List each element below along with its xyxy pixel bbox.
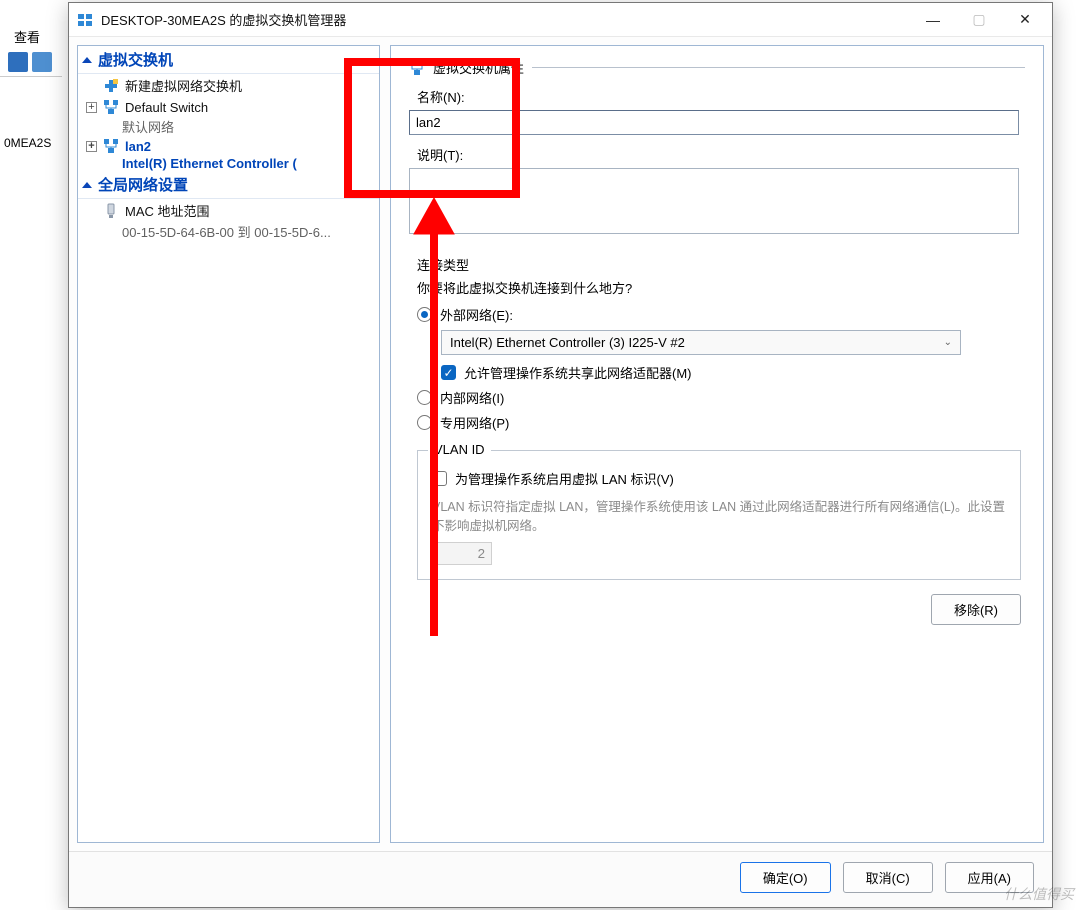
allow-mgmt-os-label: 允许管理操作系统共享此网络适配器(M) <box>464 363 692 382</box>
switch-icon <box>103 99 119 115</box>
cancel-button[interactable]: 取消(C) <box>843 862 933 893</box>
section-label: 虚拟交换机 <box>98 49 173 70</box>
radio-external[interactable] <box>417 307 432 322</box>
connection-type-title: 连接类型 <box>417 255 1021 274</box>
section-label: 全局网络设置 <box>98 174 188 195</box>
remove-row: 移除(R) <box>417 594 1021 625</box>
parent-tree-node[interactable]: 0MEA2S <box>0 130 55 156</box>
radio-external-row[interactable]: 外部网络(E): <box>417 305 1021 324</box>
connection-type-section: 连接类型 你要将此虚拟交换机连接到什么地方? 外部网络(E): Intel(R)… <box>417 255 1021 625</box>
tree-item-default-switch[interactable]: + Default Switch <box>78 97 379 117</box>
tree-item-label: lan2 <box>125 139 151 154</box>
window-controls: — ▢ ✕ <box>910 3 1048 36</box>
switch-icon <box>409 60 425 76</box>
section-global-settings[interactable]: 全局网络设置 <box>78 171 379 199</box>
tree-spacer <box>86 80 97 91</box>
new-switch-icon <box>103 78 119 94</box>
tree-item-lan2[interactable]: + lan2 <box>78 136 379 156</box>
radio-private-row[interactable]: 专用网络(P) <box>417 413 1021 432</box>
vlan-legend: VLAN ID <box>428 442 491 457</box>
toolbar-help-icon[interactable] <box>8 52 28 72</box>
tree-item-label: Default Switch <box>125 100 208 115</box>
tree-item-mac-range[interactable]: MAC 地址范围 <box>78 199 379 222</box>
group-switch-properties: 虚拟交换机属性 <box>409 58 1025 77</box>
vlan-enable-row[interactable]: 为管理操作系统启用虚拟 LAN 标识(V) <box>432 469 1006 488</box>
switch-icon <box>103 138 119 154</box>
allow-mgmt-os-checkbox[interactable]: ✓ <box>441 365 456 380</box>
ok-button[interactable]: 确定(O) <box>740 862 831 893</box>
parent-toolbar <box>0 48 62 77</box>
group-rule <box>532 67 1025 68</box>
mac-range-icon <box>103 203 119 219</box>
minimize-button[interactable]: — <box>910 3 956 36</box>
vlan-enable-label: 为管理操作系统启用虚拟 LAN 标识(V) <box>455 469 674 488</box>
expand-toggle[interactable]: + <box>86 141 97 152</box>
radio-external-label: 外部网络(E): <box>440 305 513 324</box>
dialog-body: 虚拟交换机 新建虚拟网络交换机 + Default Switch 默认网络 + <box>69 37 1052 851</box>
connection-type-prompt: 你要将此虚拟交换机连接到什么地方? <box>417 278 1021 297</box>
chevron-up-icon <box>82 182 92 188</box>
vlan-enable-checkbox[interactable] <box>432 471 447 486</box>
left-tree-panel: 虚拟交换机 新建虚拟网络交换机 + Default Switch 默认网络 + <box>77 45 380 843</box>
external-nic-combo[interactable]: Intel(R) Ethernet Controller (3) I225-V … <box>441 330 961 355</box>
radio-internal[interactable] <box>417 390 432 405</box>
radio-private[interactable] <box>417 415 432 430</box>
remove-button[interactable]: 移除(R) <box>931 594 1021 625</box>
description-field-label: 说明(T): <box>417 145 1025 164</box>
name-field-label: 名称(N): <box>417 87 1025 106</box>
tree-sub-lan2: Intel(R) Ethernet Controller ( <box>78 156 379 171</box>
group-title-label: 虚拟交换机属性 <box>433 58 524 77</box>
close-button[interactable]: ✕ <box>1002 3 1048 36</box>
radio-internal-label: 内部网络(I) <box>440 388 504 407</box>
expand-toggle[interactable]: + <box>86 102 97 113</box>
section-virtual-switches[interactable]: 虚拟交换机 <box>78 46 379 74</box>
dialog-titlebar: DESKTOP-30MEA2S 的虚拟交换机管理器 — ▢ ✕ <box>69 3 1052 37</box>
chevron-up-icon <box>82 57 92 63</box>
radio-internal-row[interactable]: 内部网络(I) <box>417 388 1021 407</box>
maximize-button: ▢ <box>956 3 1002 36</box>
vlan-id-input <box>432 542 492 565</box>
toolbar-console-icon[interactable] <box>32 52 52 72</box>
tree-item-new-switch[interactable]: 新建虚拟网络交换机 <box>78 74 379 97</box>
properties-panel: 虚拟交换机属性 名称(N): 说明(T): 连接类型 你要将此虚拟交换机连接到什… <box>390 45 1044 843</box>
tree-item-label: MAC 地址范围 <box>125 201 210 220</box>
watermark-text: 什么值得买 <box>1004 884 1074 904</box>
vlan-description: VLAN 标识符指定虚拟 LAN，管理操作系统使用该 LAN 通过此网络适配器进… <box>432 498 1006 536</box>
tree-sub-default: 默认网络 <box>78 117 379 136</box>
app-icon <box>77 12 93 28</box>
allow-mgmt-os-row[interactable]: ✓ 允许管理操作系统共享此网络适配器(M) <box>441 363 1021 382</box>
tree-sub-mac-range: 00-15-5D-64-6B-00 到 00-15-5D-6... <box>78 222 379 241</box>
switch-description-input[interactable] <box>409 168 1019 234</box>
switch-name-input[interactable] <box>409 110 1019 135</box>
tree-item-label: 新建虚拟网络交换机 <box>125 76 242 95</box>
virtual-switch-manager-dialog: DESKTOP-30MEA2S 的虚拟交换机管理器 — ▢ ✕ 虚拟交换机 新建… <box>68 2 1053 908</box>
tree-spacer <box>86 205 97 216</box>
radio-private-label: 专用网络(P) <box>440 413 509 432</box>
dialog-title: DESKTOP-30MEA2S 的虚拟交换机管理器 <box>101 10 910 29</box>
chevron-down-icon: ⌄ <box>944 337 952 348</box>
dialog-footer: 确定(O) 取消(C) 应用(A) <box>69 851 1052 907</box>
combo-value: Intel(R) Ethernet Controller (3) I225-V … <box>450 335 685 350</box>
vlan-groupbox: VLAN ID 为管理操作系统启用虚拟 LAN 标识(V) VLAN 标识符指定… <box>417 450 1021 580</box>
